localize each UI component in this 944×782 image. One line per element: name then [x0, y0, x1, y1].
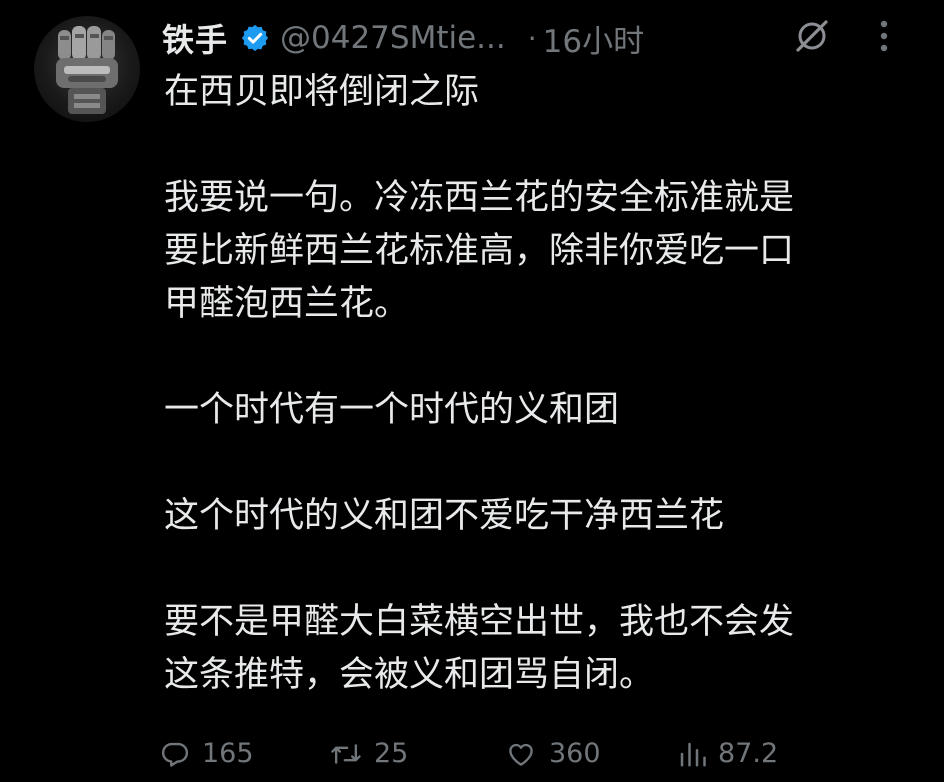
tweet-line: 要比新鲜西兰花标准高，除非你爱吃一口	[164, 231, 795, 271]
retweet-count: 25	[374, 738, 409, 769]
timestamp[interactable]: 16小时	[543, 16, 644, 61]
tweet-line: 在西贝即将倒闭之际	[164, 72, 480, 112]
tweet-text: 在西贝即将倒闭之际 我要说一句。冷冻西兰花的安全标准就是 要比新鲜西兰花标准高，…	[164, 66, 924, 702]
more-button[interactable]	[862, 14, 906, 58]
views-count: 87.2	[718, 738, 779, 769]
separator-dot: ·	[527, 21, 537, 55]
tweet-line: 一个时代有一个时代的义和团	[164, 390, 620, 430]
fade-overlay	[800, 734, 940, 782]
robot-fist-icon	[56, 26, 118, 114]
tweet-line: 这条推特，会被义和团骂自闭。	[164, 655, 655, 695]
action-bar: 165 25 360 87.2	[160, 734, 940, 782]
views-bar-chart-icon	[680, 742, 706, 766]
handle[interactable]: @0427SMtie...	[280, 20, 506, 56]
tweet-line: 要不是甲醛大白菜横空出世，我也不会发	[164, 602, 795, 642]
tweet-header: 铁手 @0427SMtie... · 16小时	[162, 10, 924, 66]
views-button[interactable]: 87.2	[678, 738, 778, 769]
retweet-icon	[331, 743, 361, 764]
grok-button[interactable]	[790, 14, 834, 58]
more-vertical-icon	[880, 20, 888, 52]
grok-icon	[796, 20, 828, 52]
retweet-button[interactable]: 25	[330, 738, 408, 769]
reply-button[interactable]: 165	[160, 738, 254, 769]
heart-icon	[509, 743, 533, 766]
avatar[interactable]	[34, 16, 140, 122]
tweet-line: 我要说一句。冷冻西兰花的安全标准就是	[164, 178, 795, 218]
tweet[interactable]: 铁手 @0427SMtie... · 16小时 在西贝即将倒闭之际 我要说一句。…	[0, 0, 944, 782]
reply-count: 165	[202, 738, 254, 769]
reply-icon	[161, 742, 189, 767]
like-count: 360	[549, 738, 601, 769]
tweet-line: 这个时代的义和团不爱吃干净西兰花	[164, 496, 725, 536]
tweet-line: 甲醛泡西兰花。	[164, 284, 410, 324]
display-name[interactable]: 铁手	[162, 15, 228, 61]
like-button[interactable]: 360	[505, 738, 601, 769]
verified-badge-icon	[240, 23, 270, 53]
